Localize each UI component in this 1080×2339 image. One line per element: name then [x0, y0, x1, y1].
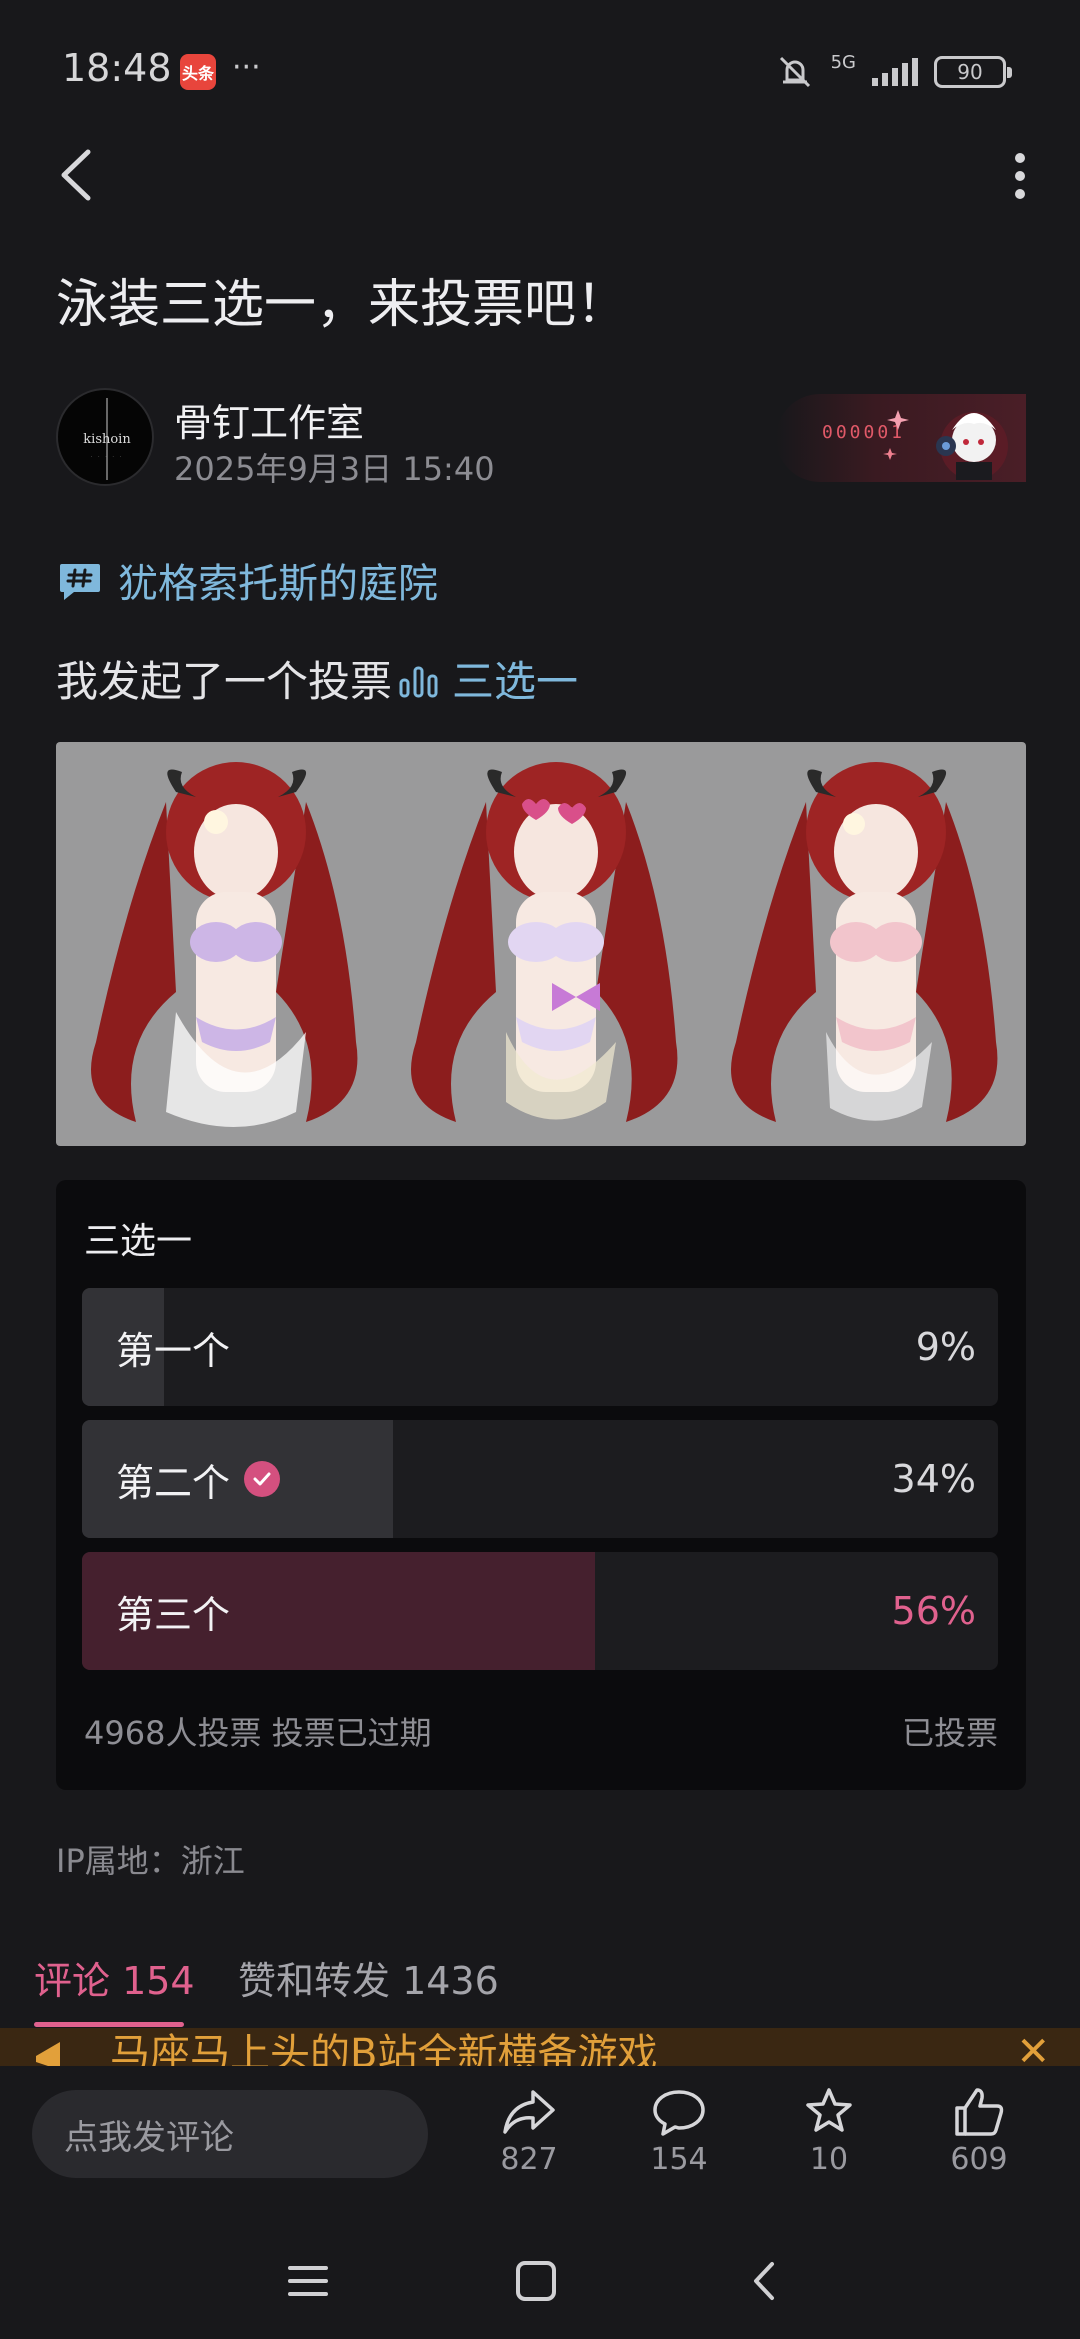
active-tab-indicator [34, 2022, 184, 2027]
character-3 [731, 762, 998, 1122]
tab-likes-reposts[interactable]: 赞和转发 1436 [238, 1950, 499, 2005]
character-2 [411, 762, 678, 1122]
topic-tag[interactable]: 犹格索托斯的庭院 [56, 550, 438, 610]
poll-option-1-percent: 9% [915, 1325, 976, 1369]
tab-comments[interactable]: 评论 154 [34, 1950, 195, 2005]
poll-option-label: 第一个 [116, 1288, 230, 1406]
swimsuit-characters-illustration [91, 762, 998, 1127]
check-icon [244, 1461, 281, 1497]
comment-count: 154 [650, 2142, 708, 2177]
close-icon[interactable]: ✕ [1016, 2032, 1050, 2066]
menu-icon[interactable] [278, 2256, 338, 2306]
status-bar: 18:48 头条 ··· 5G 90 [0, 0, 1080, 120]
comment-icon [653, 2090, 705, 2136]
poll-option-1-label: 第一个 [116, 1328, 231, 1373]
avatar-decoration-card[interactable]: 000001 [776, 394, 1026, 482]
share-icon [503, 2090, 555, 2134]
topic-label: 犹格索托斯的庭院 [118, 561, 438, 607]
more-vertical-icon[interactable] [990, 140, 1050, 210]
author-logo: kishoin · · · · · [83, 398, 131, 480]
battery-icon: 90 [934, 56, 1012, 88]
poll-option-2[interactable]: 第二个 34% [82, 1420, 998, 1538]
comment-button[interactable]: 154 [624, 2086, 734, 2177]
poll-option-label: 第二个 [116, 1420, 281, 1538]
top-nav [0, 130, 1080, 220]
promo-text: 马座马上头的B站全新横备游戏 [110, 2031, 658, 2066]
ip-location: IP属地：浙江 [56, 1842, 245, 1880]
post-image[interactable] [56, 742, 1026, 1146]
thumbs-up-icon [955, 2088, 1004, 2136]
comment-input[interactable]: 点我发评论 [32, 2090, 428, 2178]
post-body: 我发起了一个投票 三选一 [56, 648, 578, 709]
svg-text:· · · · ·: · · · · · [91, 454, 123, 460]
author-name[interactable]: 骨钉工作室 [174, 392, 364, 447]
poll-option-3-percent: 56% [891, 1589, 976, 1633]
signal-icon [872, 58, 918, 86]
poll-voted-status: 已投票 [901, 1714, 998, 1752]
author-row: kishoin · · · · · 骨钉工作室 2025年9月3日 15:40 … [56, 388, 1026, 488]
like-count: 609 [950, 2142, 1008, 2177]
bottom-action-bar: 点我发评论 827 154 10 609 [0, 2066, 1080, 2216]
more-notifications-icon: ··· [232, 50, 261, 85]
poll-option-2-percent: 34% [891, 1457, 976, 1501]
poll-option-2-label: 第二个 [116, 1460, 231, 1505]
poll-option-3[interactable]: 第三个 56% [82, 1552, 998, 1670]
poll-vote-summary: 4968人投票 投票已过期 [84, 1714, 432, 1752]
system-back-icon[interactable] [736, 2256, 796, 2306]
mute-bell-icon [779, 56, 810, 88]
status-indicators: 5G 90 [775, 51, 1012, 92]
hashtag-icon [60, 564, 100, 600]
author-avatar[interactable]: kishoin · · · · · [56, 388, 154, 486]
poll-card: 三选一 第一个 9% 第二个 34% 第三个 56% 4968人投票 投票已过期… [56, 1180, 1026, 1790]
svg-text:kishoin: kishoin [83, 432, 131, 447]
share-button[interactable]: 827 [474, 2086, 584, 2177]
post-body-text: 我发起了一个投票 [56, 657, 393, 706]
poll-option-3-label: 第三个 [116, 1592, 231, 1637]
post-timestamp: 2025年9月3日 15:40 [174, 450, 495, 488]
favorite-count: 10 [809, 2142, 849, 2177]
home-square-icon[interactable] [506, 2256, 566, 2306]
like-button[interactable]: 609 [924, 2086, 1034, 2177]
post-title: 泳装三选一，来投票吧！ [56, 275, 629, 335]
decoration-character-image [883, 410, 1008, 480]
poll-title: 三选一 [84, 1221, 193, 1262]
bar-chart-icon [399, 666, 438, 697]
star-icon [806, 2088, 852, 2132]
status-time: 18:48 [62, 46, 172, 90]
character-1 [91, 762, 358, 1127]
poll-link[interactable]: 三选一 [452, 648, 578, 709]
back-arrow-icon[interactable] [52, 140, 112, 210]
network-type: 5G [830, 51, 856, 73]
favorite-button[interactable]: 10 [774, 2086, 884, 2177]
megaphone-icon [36, 2042, 60, 2066]
promo-banner[interactable]: 马座马上头的B站全新横备游戏 ✕ [0, 2028, 1080, 2066]
system-navigation-bar [0, 2216, 1080, 2339]
poll-option-label: 第三个 [116, 1552, 230, 1670]
toutiao-app-icon: 头条 [180, 54, 216, 90]
poll-option-1[interactable]: 第一个 9% [82, 1288, 998, 1406]
comment-tabs: 评论 154 赞和转发 1436 [0, 1940, 1080, 2030]
share-count: 827 [500, 2142, 558, 2177]
battery-level: 90 [957, 60, 983, 84]
